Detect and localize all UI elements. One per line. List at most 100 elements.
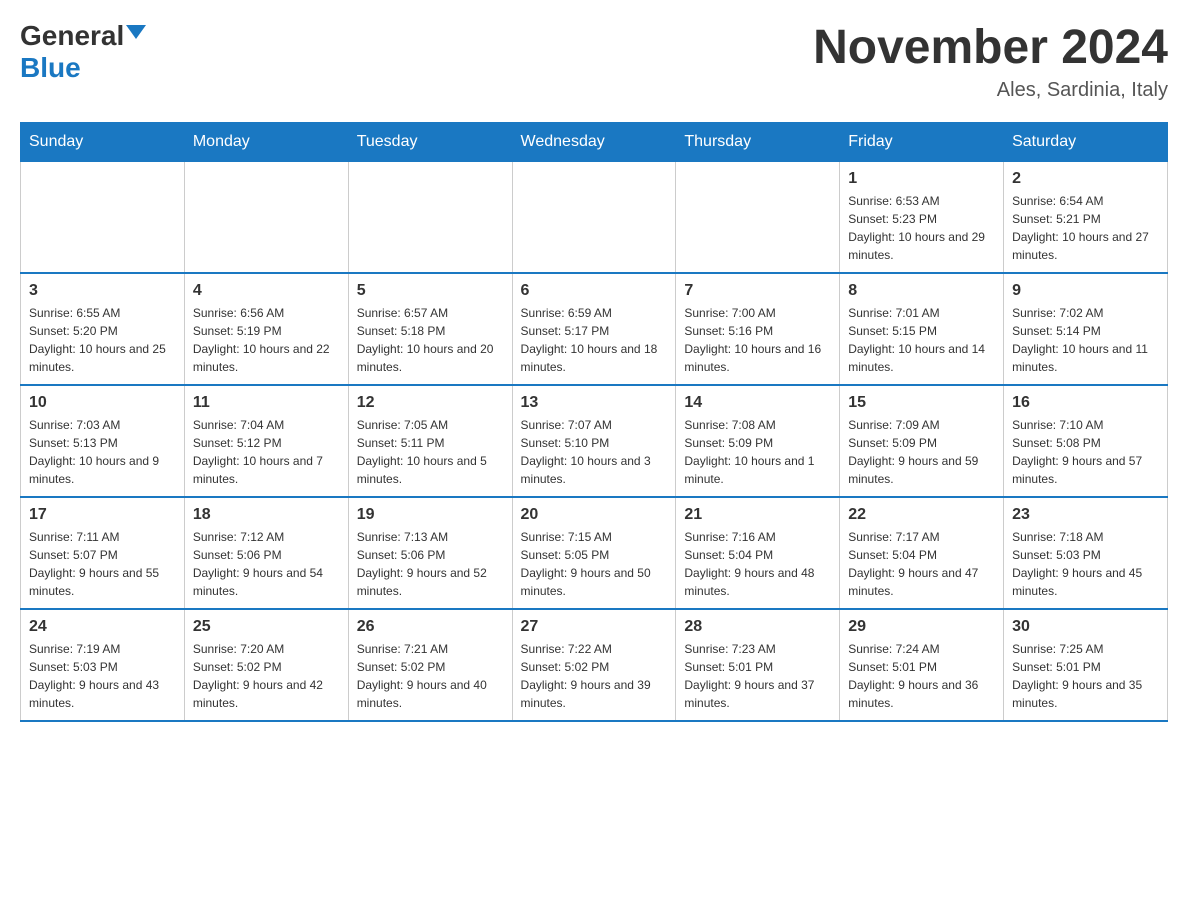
day-info: Sunrise: 7:10 AM Sunset: 5:08 PM Dayligh… xyxy=(1012,416,1159,488)
day-info: Sunrise: 7:08 AM Sunset: 5:09 PM Dayligh… xyxy=(684,416,831,488)
day-number: 16 xyxy=(1012,394,1159,412)
day-number: 4 xyxy=(193,282,340,300)
day-info: Sunrise: 7:16 AM Sunset: 5:04 PM Dayligh… xyxy=(684,528,831,600)
day-number: 22 xyxy=(848,506,995,524)
day-info: Sunrise: 7:23 AM Sunset: 5:01 PM Dayligh… xyxy=(684,640,831,712)
day-info: Sunrise: 6:56 AM Sunset: 5:19 PM Dayligh… xyxy=(193,304,340,376)
day-number: 2 xyxy=(1012,170,1159,188)
day-number: 13 xyxy=(521,394,668,412)
day-cell: 11Sunrise: 7:04 AM Sunset: 5:12 PM Dayli… xyxy=(184,385,348,497)
day-info: Sunrise: 7:24 AM Sunset: 5:01 PM Dayligh… xyxy=(848,640,995,712)
day-number: 8 xyxy=(848,282,995,300)
title-section: November 2024 Ales, Sardinia, Italy xyxy=(813,20,1168,102)
day-cell: 23 Sunrise: 7:18 AM Sunset: 5:03 PM Dayli… xyxy=(1004,497,1168,609)
day-number: 5 xyxy=(357,282,504,300)
day-of-week-tuesday: Tuesday xyxy=(348,123,512,162)
day-cell xyxy=(184,162,348,274)
day-info: Sunrise: 7:18 AM Sunset: 5:03 PM Dayligh… xyxy=(1012,528,1159,600)
page-header: General Blue November 2024 Ales, Sardini… xyxy=(20,20,1168,102)
day-info: Sunrise: 7:00 AM Sunset: 5:16 PM Dayligh… xyxy=(684,304,831,376)
location: Ales, Sardinia, Italy xyxy=(813,79,1168,102)
day-info: Sunrise: 7:17 AM Sunset: 5:04 PM Dayligh… xyxy=(848,528,995,600)
day-number: 20 xyxy=(521,506,668,524)
day-cell: 28 Sunrise: 7:23 AM Sunset: 5:01 PM Dayli… xyxy=(676,609,840,721)
day-info: Sunrise: 7:07 AM Sunset: 5:10 PM Dayligh… xyxy=(521,416,668,488)
day-info: Sunrise: 7:02 AM Sunset: 5:14 PM Dayligh… xyxy=(1012,304,1159,376)
month-title: November 2024 xyxy=(813,20,1168,75)
days-of-week-row: SundayMondayTuesdayWednesdayThursdayFrid… xyxy=(21,123,1168,162)
day-cell: 17 Sunrise: 7:11 AM Sunset: 5:07 PM Dayli… xyxy=(21,497,185,609)
day-cell xyxy=(21,162,185,274)
day-of-week-thursday: Thursday xyxy=(676,123,840,162)
day-number: 6 xyxy=(521,282,668,300)
day-of-week-monday: Monday xyxy=(184,123,348,162)
day-cell xyxy=(348,162,512,274)
day-number: 12 xyxy=(357,394,504,412)
day-cell: 14Sunrise: 7:08 AM Sunset: 5:09 PM Dayli… xyxy=(676,385,840,497)
day-number: 19 xyxy=(357,506,504,524)
day-cell: 22 Sunrise: 7:17 AM Sunset: 5:04 PM Dayli… xyxy=(840,497,1004,609)
day-cell xyxy=(676,162,840,274)
day-cell: 10 Sunrise: 7:03 AM Sunset: 5:13 PM Dayli… xyxy=(21,385,185,497)
day-info: Sunrise: 6:57 AM Sunset: 5:18 PM Dayligh… xyxy=(357,304,504,376)
week-row-4: 17 Sunrise: 7:11 AM Sunset: 5:07 PM Dayli… xyxy=(21,497,1168,609)
day-number: 17 xyxy=(29,506,176,524)
day-cell: 30Sunrise: 7:25 AM Sunset: 5:01 PM Dayli… xyxy=(1004,609,1168,721)
day-cell: 19Sunrise: 7:13 AM Sunset: 5:06 PM Dayli… xyxy=(348,497,512,609)
day-number: 7 xyxy=(684,282,831,300)
day-cell: 9 Sunrise: 7:02 AM Sunset: 5:14 PM Daylig… xyxy=(1004,273,1168,385)
calendar-body: 1 Sunrise: 6:53 AM Sunset: 5:23 PM Daylig… xyxy=(21,162,1168,722)
day-number: 9 xyxy=(1012,282,1159,300)
day-number: 24 xyxy=(29,618,176,636)
day-cell: 20 Sunrise: 7:15 AM Sunset: 5:05 PM Dayli… xyxy=(512,497,676,609)
week-row-5: 24 Sunrise: 7:19 AM Sunset: 5:03 PM Dayli… xyxy=(21,609,1168,721)
day-cell: 29Sunrise: 7:24 AM Sunset: 5:01 PM Dayli… xyxy=(840,609,1004,721)
logo-blue-text: Blue xyxy=(20,52,81,84)
day-cell xyxy=(512,162,676,274)
calendar-table: SundayMondayTuesdayWednesdayThursdayFrid… xyxy=(20,122,1168,722)
day-info: Sunrise: 6:53 AM Sunset: 5:23 PM Dayligh… xyxy=(848,192,995,264)
day-cell: 3Sunrise: 6:55 AM Sunset: 5:20 PM Daylig… xyxy=(21,273,185,385)
day-number: 28 xyxy=(684,618,831,636)
day-info: Sunrise: 7:11 AM Sunset: 5:07 PM Dayligh… xyxy=(29,528,176,600)
day-cell: 26 Sunrise: 7:21 AM Sunset: 5:02 PM Dayli… xyxy=(348,609,512,721)
day-info: Sunrise: 7:15 AM Sunset: 5:05 PM Dayligh… xyxy=(521,528,668,600)
day-number: 27 xyxy=(521,618,668,636)
day-cell: 5 Sunrise: 6:57 AM Sunset: 5:18 PM Daylig… xyxy=(348,273,512,385)
day-number: 23 xyxy=(1012,506,1159,524)
day-cell: 15Sunrise: 7:09 AM Sunset: 5:09 PM Dayli… xyxy=(840,385,1004,497)
day-info: Sunrise: 7:20 AM Sunset: 5:02 PM Dayligh… xyxy=(193,640,340,712)
day-info: Sunrise: 6:59 AM Sunset: 5:17 PM Dayligh… xyxy=(521,304,668,376)
day-of-week-friday: Friday xyxy=(840,123,1004,162)
logo: General Blue xyxy=(20,20,146,84)
day-cell: 16 Sunrise: 7:10 AM Sunset: 5:08 PM Dayli… xyxy=(1004,385,1168,497)
day-cell: 7 Sunrise: 7:00 AM Sunset: 5:16 PM Daylig… xyxy=(676,273,840,385)
day-info: Sunrise: 7:03 AM Sunset: 5:13 PM Dayligh… xyxy=(29,416,176,488)
day-number: 25 xyxy=(193,618,340,636)
week-row-3: 10 Sunrise: 7:03 AM Sunset: 5:13 PM Dayli… xyxy=(21,385,1168,497)
logo-general-text: General xyxy=(20,20,124,52)
day-cell: 24 Sunrise: 7:19 AM Sunset: 5:03 PM Dayli… xyxy=(21,609,185,721)
logo-triangle-icon xyxy=(126,25,146,39)
day-of-week-sunday: Sunday xyxy=(21,123,185,162)
day-of-week-wednesday: Wednesday xyxy=(512,123,676,162)
day-cell: 27Sunrise: 7:22 AM Sunset: 5:02 PM Dayli… xyxy=(512,609,676,721)
day-info: Sunrise: 7:09 AM Sunset: 5:09 PM Dayligh… xyxy=(848,416,995,488)
day-cell: 1 Sunrise: 6:53 AM Sunset: 5:23 PM Daylig… xyxy=(840,162,1004,274)
day-number: 26 xyxy=(357,618,504,636)
day-cell: 21 Sunrise: 7:16 AM Sunset: 5:04 PM Dayli… xyxy=(676,497,840,609)
day-info: Sunrise: 7:21 AM Sunset: 5:02 PM Dayligh… xyxy=(357,640,504,712)
day-info: Sunrise: 7:19 AM Sunset: 5:03 PM Dayligh… xyxy=(29,640,176,712)
day-number: 10 xyxy=(29,394,176,412)
day-number: 21 xyxy=(684,506,831,524)
day-cell: 4 Sunrise: 6:56 AM Sunset: 5:19 PM Daylig… xyxy=(184,273,348,385)
day-info: Sunrise: 7:12 AM Sunset: 5:06 PM Dayligh… xyxy=(193,528,340,600)
day-info: Sunrise: 7:05 AM Sunset: 5:11 PM Dayligh… xyxy=(357,416,504,488)
week-row-2: 3Sunrise: 6:55 AM Sunset: 5:20 PM Daylig… xyxy=(21,273,1168,385)
day-number: 11 xyxy=(193,394,340,412)
day-number: 1 xyxy=(848,170,995,188)
day-info: Sunrise: 7:01 AM Sunset: 5:15 PM Dayligh… xyxy=(848,304,995,376)
day-cell: 13 Sunrise: 7:07 AM Sunset: 5:10 PM Dayli… xyxy=(512,385,676,497)
day-cell: 6 Sunrise: 6:59 AM Sunset: 5:17 PM Daylig… xyxy=(512,273,676,385)
day-of-week-saturday: Saturday xyxy=(1004,123,1168,162)
